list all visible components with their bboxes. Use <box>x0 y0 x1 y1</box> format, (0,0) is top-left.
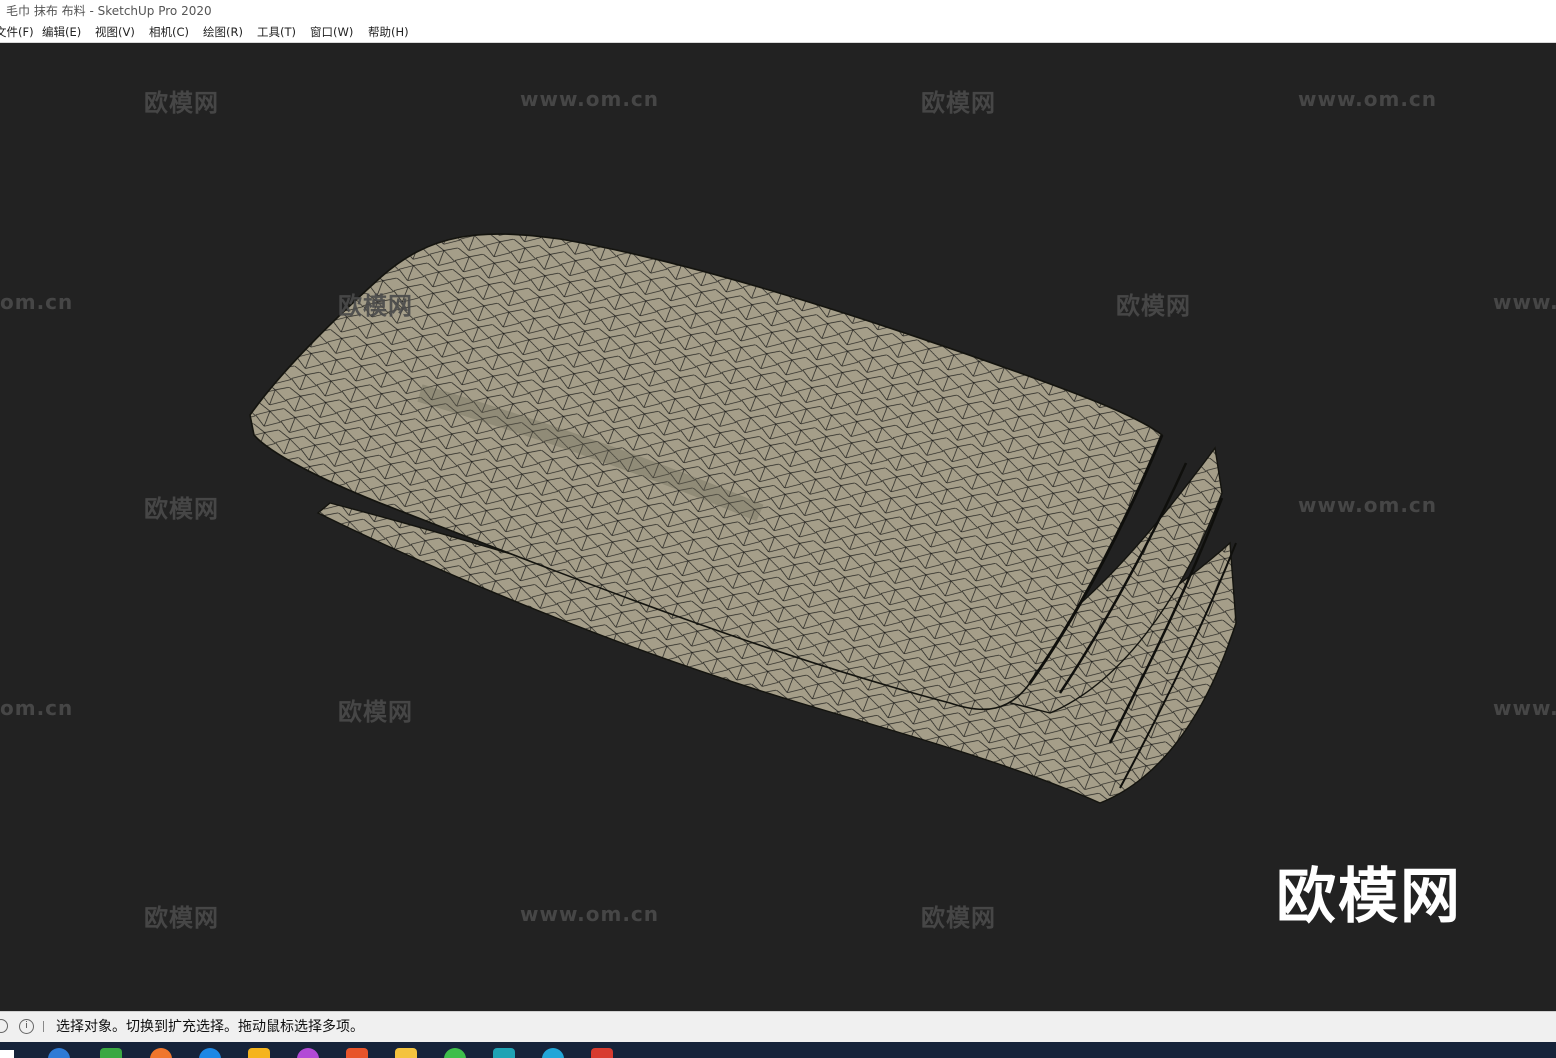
windows-start-icon[interactable] <box>0 1050 14 1058</box>
watermark: www.om.cn <box>520 87 660 111</box>
title-bar: 毛巾 抹布 布料 - SketchUp Pro 2020 <box>0 0 1556 22</box>
folder-icon[interactable] <box>395 1048 417 1058</box>
watermark: www.om.cn <box>520 902 660 926</box>
menu-tools[interactable]: 工具(T) <box>255 22 298 42</box>
status-divider <box>43 1021 44 1032</box>
menu-file[interactable]: 文件(F) <box>0 22 36 42</box>
taskbar <box>0 1042 1556 1058</box>
geo-location-icon[interactable] <box>0 1019 8 1033</box>
watermark: 欧模网 <box>921 904 996 932</box>
watermark: 欧模网 <box>144 904 219 932</box>
app-blue-icon[interactable] <box>199 1048 221 1058</box>
info-icon[interactable]: i <box>19 1019 34 1034</box>
status-bar: i 选择对象。切换到扩充选择。拖动鼠标选择多项。 <box>0 1011 1556 1042</box>
watermark: om.cn <box>0 696 74 720</box>
sketchup-icon[interactable] <box>591 1048 613 1058</box>
brand-logo: 欧模网 <box>1276 862 1462 932</box>
app-purple-icon[interactable] <box>297 1048 319 1058</box>
menu-edit[interactable]: 编辑(E) <box>40 22 83 42</box>
watermark: www.om.cn <box>1298 87 1438 111</box>
watermark: 欧模网 <box>1116 292 1191 320</box>
app-red-icon[interactable] <box>346 1048 368 1058</box>
watermark: 欧模网 <box>921 89 996 117</box>
watermark: 欧模网 <box>144 89 219 117</box>
watermark: www. <box>1493 696 1556 720</box>
app-orange-icon[interactable] <box>150 1048 172 1058</box>
app-teal-icon[interactable] <box>493 1048 515 1058</box>
model-viewport[interactable]: 欧模网 www.om.cn 欧模网 www.om.cn om.cn 欧模网 欧模… <box>0 43 1556 1011</box>
watermark: 欧模网 <box>338 698 413 726</box>
browser-icon[interactable] <box>48 1048 70 1058</box>
status-message: 选择对象。切换到扩充选择。拖动鼠标选择多项。 <box>56 1019 364 1035</box>
game-icon[interactable] <box>100 1048 122 1058</box>
edge-icon[interactable] <box>542 1048 564 1058</box>
menu-camera[interactable]: 相机(C) <box>147 22 191 42</box>
watermark: www. <box>1493 290 1556 314</box>
menu-draw[interactable]: 绘图(R) <box>201 22 245 42</box>
watermark: 欧模网 <box>338 292 413 320</box>
watermark: om.cn <box>0 290 74 314</box>
menu-help[interactable]: 帮助(H) <box>366 22 411 42</box>
window-title: 毛巾 抹布 布料 - SketchUp Pro 2020 <box>6 4 212 18</box>
menu-window[interactable]: 窗口(W) <box>308 22 355 42</box>
menu-bar: 文件(F) 编辑(E) 视图(V) 相机(C) 绘图(R) 工具(T) 窗口(W… <box>0 22 1556 43</box>
watermark: 欧模网 <box>144 495 219 523</box>
menu-view[interactable]: 视图(V) <box>93 22 137 42</box>
media-player-icon[interactable] <box>248 1048 270 1058</box>
wechat-icon[interactable] <box>444 1048 466 1058</box>
watermark: www.om.cn <box>1298 493 1438 517</box>
